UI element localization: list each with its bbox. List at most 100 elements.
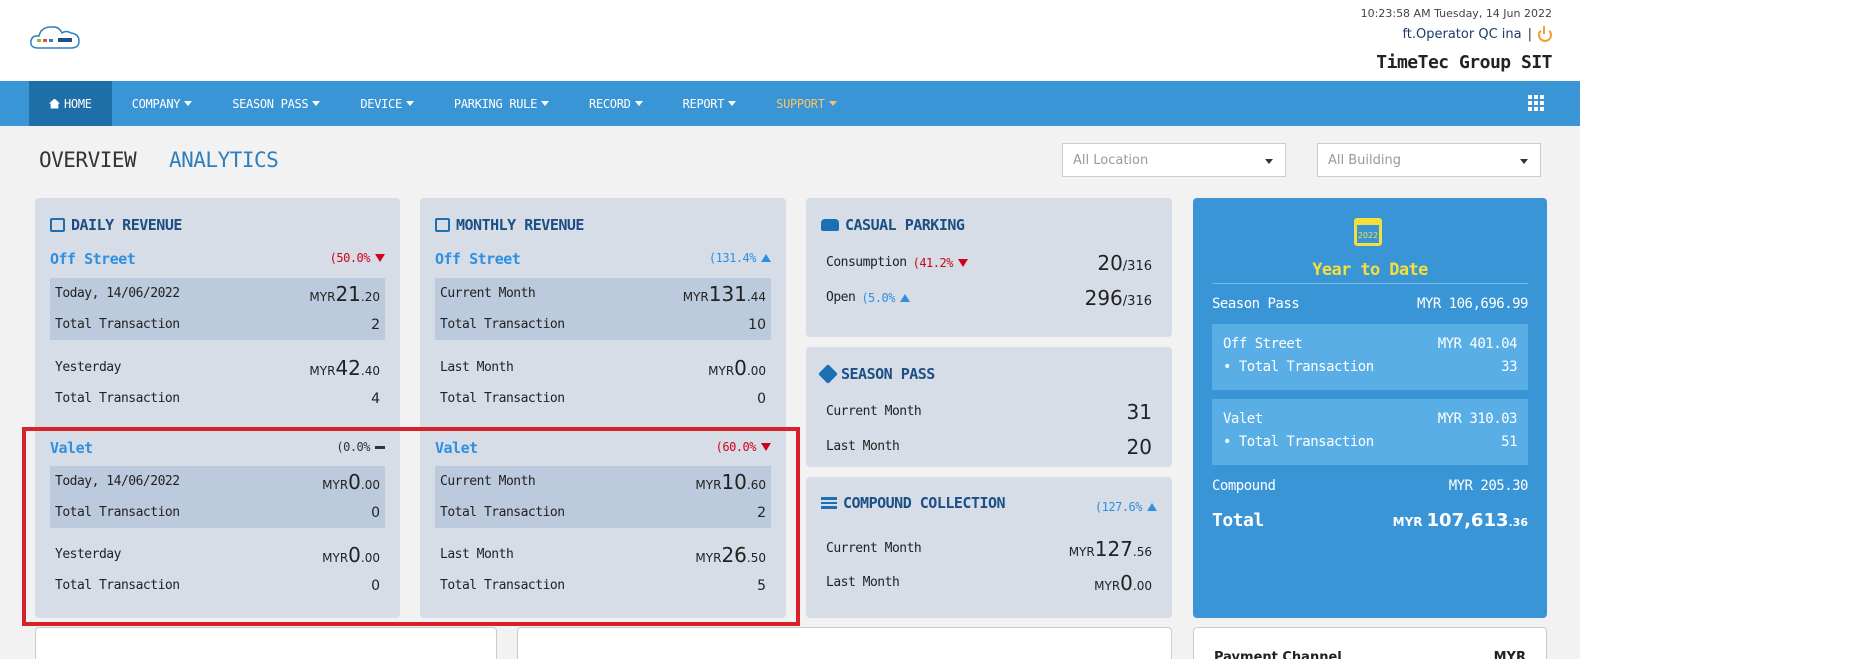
ytd-season-row: Season Pass MYR 106,696.99 <box>1212 296 1529 312</box>
currency: MYR <box>309 363 336 378</box>
denominator: /316 <box>1122 258 1152 274</box>
amount: MYR 131.44 <box>683 282 766 306</box>
compound-last-row: Last Month MYR 0.00 <box>821 567 1157 598</box>
row-label: Valet <box>1223 411 1263 427</box>
compound-collection-title-text: COMPOUND COLLECTION <box>843 494 1006 512</box>
row-label: Last Month <box>826 439 900 454</box>
nav-support[interactable]: SUPPORT <box>756 81 856 126</box>
amount-minor: .20 <box>360 289 380 304</box>
tab-overview[interactable]: OVERVIEW <box>39 148 137 172</box>
chevron-down-icon <box>1520 159 1528 164</box>
datetime-label: 10:23:58 AM Tuesday, 14 Jun 2022 <box>1360 7 1552 20</box>
nav-parking-rule-label: PARKING RULE <box>453 96 538 111</box>
monthly-offstreet-label: Off Street <box>435 250 521 268</box>
chevron-down-icon <box>1265 159 1273 164</box>
monthly-offstreet-tt-last-row: Total Transaction 0 <box>435 383 771 414</box>
building-select-value: All Building <box>1328 153 1401 168</box>
monthly-offstreet-pct-text: (131.4% <box>708 251 757 265</box>
row-label: Off Street <box>1223 336 1303 352</box>
chevron-down-icon <box>541 101 550 106</box>
location-select[interactable]: All Location <box>1062 143 1286 177</box>
daily-offstreet-pct: (50.0% <box>330 251 385 265</box>
row-label: Total <box>1212 510 1264 531</box>
apps-grid-icon[interactable] <box>1528 95 1544 111</box>
season-last-row: Last Month 20 <box>821 431 1157 462</box>
row-value: MYR 106,696.99 <box>1416 296 1529 312</box>
user-area: ft.Operator QC ina | <box>1402 25 1552 42</box>
cloud-logo[interactable] <box>28 22 82 56</box>
ytd-total-value: MYR 107,613.36 <box>1393 510 1528 531</box>
currency: MYR <box>708 363 735 378</box>
numerator: 20 <box>1097 250 1123 275</box>
chevron-down-icon <box>828 101 837 106</box>
consumption-value: 20/316 <box>1097 251 1152 275</box>
user-name-link[interactable]: ft.Operator QC ina <box>1402 27 1521 42</box>
power-icon[interactable] <box>1538 25 1552 42</box>
amount-major: 21 <box>335 281 361 306</box>
row-value: MYR 205.30 <box>1448 478 1529 494</box>
row-label: Season Pass <box>1212 296 1300 312</box>
row-value: MYR 401.04 <box>1437 336 1518 352</box>
row-label: Total Transaction <box>440 317 565 332</box>
payment-channel-currency: MYR <box>1493 650 1526 659</box>
row-label: Current Month <box>440 286 536 301</box>
daily-offstreet-tt-row: Total Transaction 2 <box>50 309 385 340</box>
nav-parking-rule[interactable]: PARKING RULE <box>434 81 569 126</box>
row-label: Current Month <box>826 404 922 419</box>
nav-record[interactable]: RECORD <box>569 81 663 126</box>
nav-company[interactable]: COMPANY <box>112 81 212 126</box>
daily-offstreet-label: Off Street <box>50 250 136 268</box>
ytd-valet-box: Valet MYR 310.03 • Total Transaction 51 <box>1212 399 1528 465</box>
main-navbar: HOME COMPANY SEASON PASS DEVICE PARKING … <box>0 81 1580 126</box>
nav-home-label: HOME <box>64 96 92 111</box>
payment-channel-label: Payment Channel <box>1214 650 1342 659</box>
tab-analytics[interactable]: ANALYTICS <box>169 148 279 172</box>
amount-minor: .40 <box>360 363 380 378</box>
valet-highlight-frame <box>22 427 800 626</box>
season-current-row: Current Month 31 <box>821 396 1157 427</box>
user-separator: | <box>1527 27 1532 42</box>
nav-device[interactable]: DEVICE <box>340 81 434 126</box>
amount: MYR 127.56 <box>1069 537 1152 561</box>
row-value: 10 <box>748 316 766 333</box>
row-label: Total Transaction <box>55 317 180 332</box>
home-icon <box>49 98 60 109</box>
row-label: Current Month <box>826 541 922 556</box>
payment-channel-panel: Payment Channel MYR <box>1193 627 1547 659</box>
row-label: Consumption <box>826 255 907 270</box>
ytd-offstreet-row: Off Street MYR 401.04 <box>1223 336 1518 352</box>
amount: MYR 42.40 <box>309 356 380 380</box>
consumption-label-group: Consumption (41.2% <box>826 255 968 270</box>
currency: MYR <box>1392 515 1423 529</box>
ytd-title: Year to Date <box>1312 260 1428 280</box>
nav-season-pass[interactable]: SEASON PASS <box>212 81 340 126</box>
nav-company-label: COMPANY <box>131 96 181 111</box>
amount-minor: .00 <box>746 363 766 378</box>
location-select-value: All Location <box>1073 153 1149 168</box>
company-name: TimeTec Group SIT <box>1376 52 1552 73</box>
compound-collection-card: COMPOUND COLLECTION (127.6% Current Mont… <box>806 477 1172 618</box>
row-value: 31 <box>1126 399 1152 424</box>
nav-report-label: REPORT <box>682 96 725 111</box>
amount-major: 0 <box>734 355 747 380</box>
currency: MYR <box>309 289 336 304</box>
amount: MYR 0.00 <box>1094 571 1152 595</box>
year-to-date-card: 2022 Year to Date Season Pass MYR 106,69… <box>1193 198 1547 618</box>
nav-report[interactable]: REPORT <box>663 81 757 126</box>
amount-major: 127 <box>1094 536 1133 561</box>
open-value: 296/316 <box>1085 286 1152 310</box>
building-select[interactable]: All Building <box>1317 143 1541 177</box>
casual-parking-card: CASUAL PARKING Consumption (41.2% 20/316… <box>806 198 1172 337</box>
arrow-up-icon <box>1147 503 1157 511</box>
list-icon <box>821 497 837 509</box>
nav-home[interactable]: HOME <box>29 81 112 126</box>
row-label: Open <box>826 290 856 305</box>
chevron-down-icon <box>312 101 321 106</box>
monthly-offstreet-tt-row: Total Transaction 10 <box>435 309 771 340</box>
amount-minor: .00 <box>1132 578 1152 593</box>
nav-device-label: DEVICE <box>360 96 402 111</box>
compound-pct: (127.6% <box>1095 500 1157 514</box>
consumption-pct: (41.2% <box>913 256 968 270</box>
casual-parking-title: CASUAL PARKING <box>821 216 965 234</box>
row-label: Today, 14/06/2022 <box>55 286 180 301</box>
